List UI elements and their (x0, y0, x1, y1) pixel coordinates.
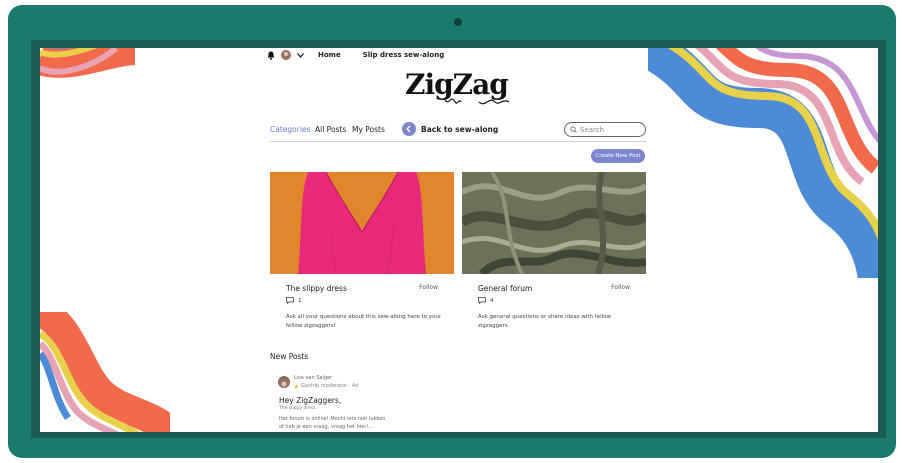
category-title[interactable]: General forum (478, 284, 532, 293)
search-placeholder: Search (580, 125, 605, 134)
rainbow-decoration-top-right (648, 48, 878, 278)
post-meta: Gestrip moderator · 4d (294, 383, 358, 389)
nav-home-link[interactable]: Home (318, 51, 341, 59)
new-posts-heading: New Posts (270, 352, 309, 361)
back-arrow-button[interactable] (402, 122, 416, 136)
rainbow-decoration-bottom-left (40, 312, 170, 432)
category-description: Ask all your questions about this sew-al… (286, 314, 442, 329)
category-card-general-forum[interactable]: General forum Follow 4 Ask general quest… (462, 172, 646, 342)
comment-icon (286, 297, 294, 304)
rainbow-decoration-top-left (40, 48, 137, 78)
search-icon (570, 126, 577, 133)
user-avatar-icon[interactable] (281, 50, 291, 60)
follow-button[interactable]: Follow (419, 284, 438, 291)
post-category[interactable]: The slippy dress (279, 406, 316, 411)
tab-all-posts[interactable]: All Posts (315, 125, 346, 134)
logo-squiggle-icon (444, 98, 510, 105)
post-meta-text: Gestrip moderator · 4d (301, 383, 359, 389)
chevron-down-icon[interactable] (297, 52, 304, 58)
slippy-dress-image (270, 172, 454, 274)
comment-count-value: 4 (490, 297, 494, 304)
post-author[interactable]: Lisa van Salger (294, 375, 332, 381)
bell-icon[interactable] (267, 51, 275, 60)
star-icon (294, 383, 299, 389)
tab-categories[interactable]: Categories (270, 125, 310, 134)
chevron-left-icon (406, 125, 411, 133)
category-description: Ask general questions or share ideas wit… (478, 314, 612, 329)
general-forum-image (462, 172, 646, 274)
comment-count-value: 1 (298, 297, 302, 304)
follow-button[interactable]: Follow (611, 284, 630, 291)
zigzag-logo[interactable]: ZigZag (405, 68, 515, 108)
comment-count: 4 (478, 297, 494, 304)
search-input[interactable]: Search (564, 122, 646, 137)
website-screen: Home Slip dress sew-along ZigZag Categor… (40, 48, 878, 432)
camera-icon (454, 18, 462, 26)
post-title[interactable]: Hey ZigZaggers, (279, 396, 341, 405)
nav-sewalong-link[interactable]: Slip dress sew-along (363, 51, 444, 59)
create-new-post-button[interactable]: Create New Post (591, 149, 645, 163)
post-excerpt: Het forum is online! Mocht iets niet luk… (279, 416, 386, 430)
avatar[interactable] (278, 376, 290, 388)
tab-my-posts[interactable]: My Posts (352, 125, 385, 134)
category-card-slippy-dress[interactable]: The slippy dress Follow 1 Ask all your q… (270, 172, 454, 342)
back-to-sewalong-link[interactable]: Back to sew-along (421, 125, 498, 134)
nav-divider (270, 141, 646, 142)
comment-count: 1 (286, 297, 302, 304)
forum-nav: Categories All Posts My Posts Back to se… (270, 122, 646, 142)
comment-icon (478, 297, 486, 304)
category-title[interactable]: The slippy dress (286, 284, 347, 293)
top-bar: Home Slip dress sew-along (267, 48, 444, 62)
